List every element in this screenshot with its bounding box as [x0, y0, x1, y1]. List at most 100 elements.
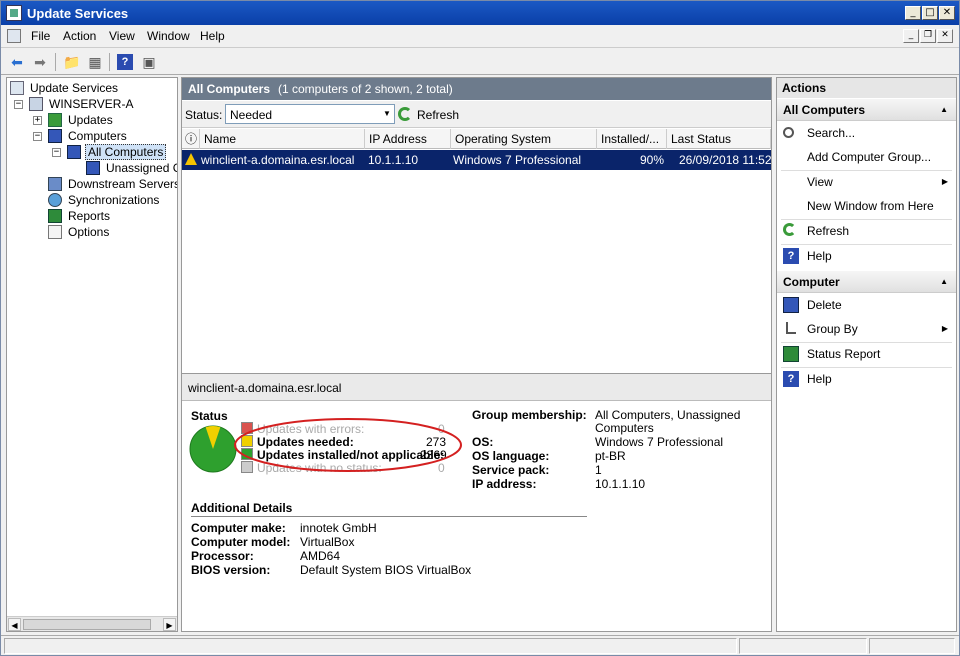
- computer-group-icon: [67, 145, 81, 159]
- pane-title: All Computers: [188, 82, 271, 96]
- navigation-tree: Update Services − WINSERVER-A + Updates …: [6, 77, 178, 632]
- delete-computer-icon: [783, 297, 799, 313]
- column-header-os[interactable]: Operating System: [451, 129, 597, 149]
- options-icon: [48, 225, 62, 239]
- scroll-right-arrow-icon[interactable]: ▶: [163, 618, 176, 631]
- action-group-by[interactable]: Group By ▶: [777, 318, 956, 340]
- collapse-all-computers-toggle[interactable]: −: [52, 148, 61, 157]
- status-heading: Status: [191, 409, 228, 423]
- up-folder-icon[interactable]: 📁: [62, 52, 82, 72]
- collapse-winserver-toggle[interactable]: −: [14, 100, 23, 109]
- table-row[interactable]: winclient-a.domaina.esr.local 10.1.1.10 …: [182, 150, 772, 170]
- column-header-last-report[interactable]: Last Status Report: [667, 129, 771, 166]
- chevron-down-icon[interactable]: ▼: [380, 105, 394, 123]
- action-search[interactable]: Search...: [777, 122, 956, 144]
- action-new-window[interactable]: New Window from Here: [777, 195, 956, 217]
- column-info-icon[interactable]: ⓘ: [182, 129, 200, 149]
- bios-version-label: BIOS version:: [191, 563, 271, 577]
- computer-make-value: innotek GmbH: [300, 521, 377, 535]
- column-header-name[interactable]: Name: [200, 129, 365, 149]
- os-language-value: pt-BR: [595, 449, 626, 463]
- group-by-icon: [786, 322, 796, 334]
- actions-section-all-computers[interactable]: All Computers ▲: [777, 99, 956, 121]
- service-pack-value: 1: [595, 463, 602, 477]
- updates-icon: [48, 113, 62, 127]
- submenu-arrow-icon: ▶: [941, 177, 948, 186]
- menu-help[interactable]: Help: [200, 29, 225, 43]
- row-name: winclient-a.domaina.esr.local: [201, 153, 355, 167]
- row-installed: 90%: [640, 153, 665, 167]
- toolbar-separator: [55, 53, 56, 71]
- mdi-minimize-button[interactable]: _: [903, 29, 919, 43]
- menu-window[interactable]: Window: [147, 29, 190, 43]
- mdi-close-button[interactable]: ✕: [937, 29, 953, 43]
- computers-icon: [48, 129, 62, 143]
- update-services-icon: [6, 5, 22, 21]
- collapse-section-icon[interactable]: ▲: [940, 99, 948, 121]
- help-icon[interactable]: ?: [117, 54, 133, 70]
- menu-file[interactable]: File: [31, 29, 50, 43]
- maximize-button[interactable]: □: [922, 6, 938, 20]
- back-arrow-icon[interactable]: ⬅: [7, 52, 27, 72]
- status-pie-chart: [189, 425, 237, 473]
- ip-address-value: 10.1.1.10: [595, 477, 646, 491]
- filter-bar: Status: Needed ▼ Refresh: [182, 101, 771, 128]
- tree-horizontal-scrollbar[interactable]: ◀ ▶: [7, 616, 177, 631]
- computer-group-icon: [86, 161, 100, 175]
- details-header[interactable]: winclient-a.domaina.esr.local: [182, 373, 771, 401]
- selected-computer-name: winclient-a.domaina.esr.local: [188, 381, 342, 395]
- show-hide-action-pane-icon[interactable]: ▣: [139, 52, 159, 72]
- submenu-arrow-icon: ▶: [941, 324, 948, 333]
- action-refresh[interactable]: Refresh: [777, 220, 956, 242]
- mdi-restore-button[interactable]: ❐: [920, 29, 936, 43]
- synchronizations-icon: [48, 193, 62, 207]
- mdi-document-icon[interactable]: [7, 29, 21, 43]
- menu-view[interactable]: View: [109, 29, 135, 43]
- computers-pane: All Computers (1 computers of 2 shown, 2…: [181, 77, 772, 632]
- row-last-report: 26/09/2018 11:52: [679, 153, 772, 167]
- menu-bar: File Action View Window Help _ ❐ ✕: [1, 25, 959, 47]
- group-membership-value: All Computers, Unassigned: [595, 408, 741, 422]
- actions-section-computer[interactable]: Computer ▲: [777, 271, 956, 293]
- action-help[interactable]: ? Help: [777, 245, 956, 267]
- scroll-left-arrow-icon[interactable]: ◀: [8, 618, 21, 631]
- computer-model-label: Computer model:: [191, 535, 291, 549]
- status-panel-main: [4, 638, 737, 654]
- help-icon: ?: [783, 248, 799, 264]
- collapse-computers-toggle[interactable]: −: [33, 132, 42, 141]
- column-header-ip[interactable]: IP Address: [365, 129, 451, 149]
- close-button[interactable]: ✕: [939, 6, 955, 20]
- action-add-computer-group[interactable]: Add Computer Group...: [777, 146, 956, 168]
- status-panel-tertiary: [869, 638, 955, 654]
- downstream-servers-icon: [48, 177, 62, 191]
- computer-make-label: Computer make:: [191, 521, 286, 535]
- computer-details: Status Updates with errors: 0 Updates ne…: [182, 402, 771, 631]
- status-filter-dropdown[interactable]: Needed ▼: [225, 104, 395, 124]
- processor-label: Processor:: [191, 549, 254, 563]
- pane-header: All Computers (1 computers of 2 shown, 2…: [182, 78, 771, 100]
- column-header-installed[interactable]: Installed/...: [597, 129, 667, 149]
- window-title: Update Services: [27, 6, 129, 21]
- os-label: OS:: [472, 435, 494, 449]
- additional-details-heading: Additional Details: [191, 501, 293, 515]
- actions-pane: Actions All Computers ▲ Search... Add Co…: [776, 77, 957, 632]
- title-bar[interactable]: Update Services _ □ ✕: [1, 1, 959, 25]
- action-view[interactable]: View ▶: [777, 171, 956, 193]
- refresh-icon: [398, 107, 412, 121]
- collapse-section-icon[interactable]: ▲: [940, 271, 948, 293]
- show-hide-tree-icon[interactable]: ▦: [85, 52, 105, 72]
- minimize-button[interactable]: _: [905, 6, 921, 20]
- expand-updates-toggle[interactable]: +: [33, 116, 42, 125]
- reports-icon: [48, 209, 62, 223]
- server-icon: [29, 97, 43, 111]
- group-membership-label: Group membership:: [472, 408, 587, 422]
- action-help-computer[interactable]: ? Help: [777, 368, 956, 390]
- report-icon: [783, 346, 799, 362]
- forward-arrow-icon[interactable]: ➡: [30, 52, 50, 72]
- action-delete[interactable]: Delete: [777, 294, 956, 316]
- scrollbar-thumb[interactable]: [23, 619, 151, 630]
- refresh-icon: [783, 223, 796, 236]
- bios-version-value: Default System BIOS VirtualBox: [300, 563, 472, 577]
- menu-action[interactable]: Action: [63, 29, 96, 43]
- action-status-report[interactable]: Status Report: [777, 343, 956, 365]
